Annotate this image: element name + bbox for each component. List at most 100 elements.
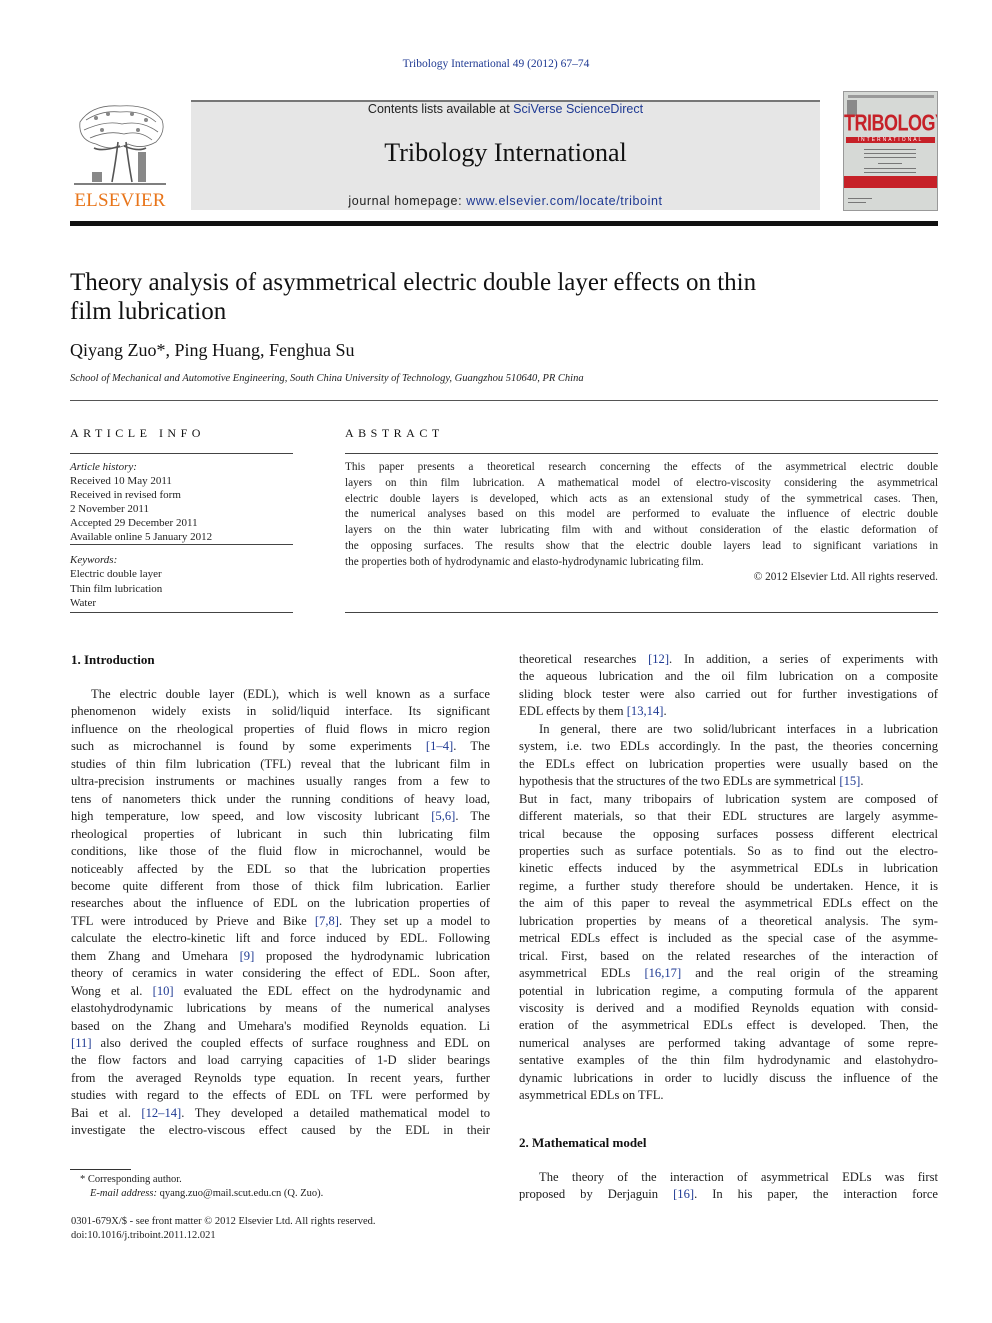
body-text-line: The electric double layer (EDL), which i… xyxy=(71,686,490,703)
body-text-line: different materials, so that their EDL s… xyxy=(519,808,938,825)
text-run: sliding block tester were also carried o… xyxy=(519,686,938,701)
text-run: rheological properties of lubricant in s… xyxy=(71,826,490,841)
journal-cover-thumbnail[interactable]: TRIBOLOGY INTERNATIONAL xyxy=(843,91,938,211)
abstract-line: the properties both of hydrodynamic and … xyxy=(345,555,704,568)
text-run: . In his paper, the interaction force xyxy=(694,1187,938,1202)
article-title-line: Theory analysis of asymmetrical electric… xyxy=(70,269,757,296)
body-text-line: kinetic effects induced by the asymmetri… xyxy=(519,860,938,877)
divider xyxy=(70,453,293,454)
text-run: sentative examples of the thin film hydr… xyxy=(519,1053,938,1068)
citation-link[interactable]: [13,14] xyxy=(627,704,664,718)
text-run: system, i.e. two EDLs accordingly. In th… xyxy=(519,739,938,754)
sciencedirect-link[interactable]: SciVerse ScienceDirect xyxy=(513,102,643,116)
cover-text-line xyxy=(864,172,916,173)
elsevier-logo[interactable]: ELSEVIER xyxy=(70,100,170,212)
text-run: Bai et al. xyxy=(71,1105,142,1120)
journal-citation-link[interactable]: Tribology International 49 (2012) 67–74 xyxy=(0,58,992,70)
cover-text-line xyxy=(878,163,902,164)
body-text-line: based on the Zhang and Umehara's modifie… xyxy=(71,1018,490,1035)
text-run: asymmetrical EDLs on TFL. xyxy=(519,1088,664,1103)
citation-link[interactable]: [5,6] xyxy=(431,809,455,823)
text-run: . The xyxy=(455,809,490,824)
body-text-line: studies of thin film lubrication (TFL) r… xyxy=(71,756,490,773)
abstract-line: the opposing surfaces. The results show … xyxy=(345,540,938,552)
text-run: But in fact, many tribopairs of lubricat… xyxy=(519,791,938,806)
email-address[interactable]: qyang.zuo@mail.scut.edu.cn (Q. Zuo). xyxy=(157,1188,324,1199)
body-text-line: noticeably affected by the EDL so that t… xyxy=(71,861,490,878)
citation-link[interactable]: [16,17] xyxy=(644,966,681,980)
body-text-line: studies with regard to the effects of ED… xyxy=(71,1087,490,1104)
text-run: . The xyxy=(453,739,490,754)
citation-link[interactable]: [12] xyxy=(648,652,669,666)
keyword: Thin film lubrication xyxy=(70,583,163,595)
cover-text-line xyxy=(848,202,866,203)
text-run: theoretical researches xyxy=(519,652,649,666)
text-run: The electric double layer (EDL), which i… xyxy=(91,687,490,701)
citation-link[interactable]: [12–14] xyxy=(141,1106,181,1120)
citation-link[interactable]: [10] xyxy=(153,984,174,998)
text-run: TFL were introduced by Prieve and Bike xyxy=(71,913,315,928)
divider xyxy=(70,544,293,545)
email-label: E-mail address: xyxy=(90,1188,157,1199)
cover-top-strip xyxy=(848,95,934,98)
text-run: calculate the electro-kinetic lift and f… xyxy=(71,931,490,946)
divider xyxy=(345,453,938,454)
text-run: phenomenon widely exists in solid/liquid… xyxy=(71,704,490,719)
elsevier-tree-icon xyxy=(74,105,166,185)
text-run: proposed by Derjaguin xyxy=(519,1187,674,1202)
text-run: the aqueous lubrication and the oil film… xyxy=(519,669,938,684)
divider xyxy=(70,400,938,401)
body-text-line: phenomenon widely exists in solid/liquid… xyxy=(71,703,490,720)
citation-link[interactable]: [7,8] xyxy=(315,914,339,928)
contents-prefix: Contents lists available at xyxy=(367,102,514,116)
text-run: influence on the rheological properties … xyxy=(71,721,490,736)
text-run: . In addition, a series of experiments w… xyxy=(669,652,938,666)
body-text-line: conditions, like those of the fluid flow… xyxy=(71,843,490,860)
history-item: 2 November 2011 xyxy=(70,503,150,515)
masthead-bottom-rule xyxy=(70,221,938,226)
body-text-line: Wong et al. [10] evaluated the EDL effec… xyxy=(71,983,490,1000)
contents-available-line: Contents lists available at SciVerse Sci… xyxy=(191,102,820,116)
abstract-line: layers on thin film lubrication. A mathe… xyxy=(345,476,938,489)
body-text-line: Bai et al. [12–14]. They developed a det… xyxy=(71,1105,490,1122)
citation-link[interactable]: [11] xyxy=(71,1036,92,1050)
body-text-line: become quite different from those of thi… xyxy=(71,878,490,895)
text-run: such as microchannel is found by some ex… xyxy=(71,739,426,754)
text-run: different materials, so that their EDL s… xyxy=(519,809,938,824)
text-run: dynamic lubrications in order to lucidly… xyxy=(519,1070,938,1085)
body-text-line: regime, a further study therefore should… xyxy=(519,878,938,895)
body-text-line: ultra-precision instruments or machines … xyxy=(71,773,490,790)
body-text-line: such as microchannel is found by some ex… xyxy=(71,738,490,755)
author-list: Qiyang Zuo*, Ping Huang, Fenghua Su xyxy=(70,340,355,360)
body-text-line: dynamic lubrications in order to lucidly… xyxy=(519,1070,938,1087)
cover-red-band xyxy=(844,176,937,188)
body-text-line: TFL were introduced by Prieve and Bike [… xyxy=(71,913,490,930)
text-run: asymmetrical EDLs xyxy=(519,966,645,981)
text-run: proposed the hydrodynamic lubrication xyxy=(254,948,490,963)
body-text-line: the flow factors and load carrying capac… xyxy=(71,1052,490,1069)
body-text-line: sentative examples of the thin film hydr… xyxy=(519,1052,938,1069)
citation-link[interactable]: [16] xyxy=(673,1187,694,1201)
text-run: become quite different from those of thi… xyxy=(71,878,490,893)
citation-link[interactable]: [9] xyxy=(240,949,255,963)
cover-text-line xyxy=(864,157,916,158)
text-run: . xyxy=(860,774,864,789)
body-text-line: sliding block tester were also carried o… xyxy=(519,686,938,703)
journal-homepage-link[interactable]: www.elsevier.com/locate/triboint xyxy=(466,194,662,208)
text-run: . xyxy=(663,704,667,719)
text-run: them Zhang and Umehara xyxy=(71,948,240,963)
text-run: trical because the opposing surfaces pos… xyxy=(519,826,938,841)
citation-link[interactable]: [1–4] xyxy=(426,739,453,753)
divider xyxy=(345,612,938,613)
body-text-line: theoretical researches [12]. In addition… xyxy=(519,651,938,668)
text-run: potential in lubrication regime, a compu… xyxy=(519,983,938,998)
text-run: studies of thin film lubrication (TFL) r… xyxy=(71,756,490,771)
doi-link[interactable]: doi:10.1016/j.triboint.2011.12.021 xyxy=(71,1230,216,1241)
history-item: Accepted 29 December 2011 xyxy=(70,517,198,529)
citation-link[interactable]: [15] xyxy=(839,774,860,788)
section-heading-mathematical-model: 2. Mathematical model xyxy=(519,1135,647,1150)
text-run: regime, a further study therefore should… xyxy=(519,878,938,893)
body-text-line: elastohydrodynamic lubrications by means… xyxy=(71,1000,490,1017)
abstract-line: the numerical analyses based on this mod… xyxy=(345,508,938,521)
cover-title: TRIBOLOGY xyxy=(844,109,938,136)
